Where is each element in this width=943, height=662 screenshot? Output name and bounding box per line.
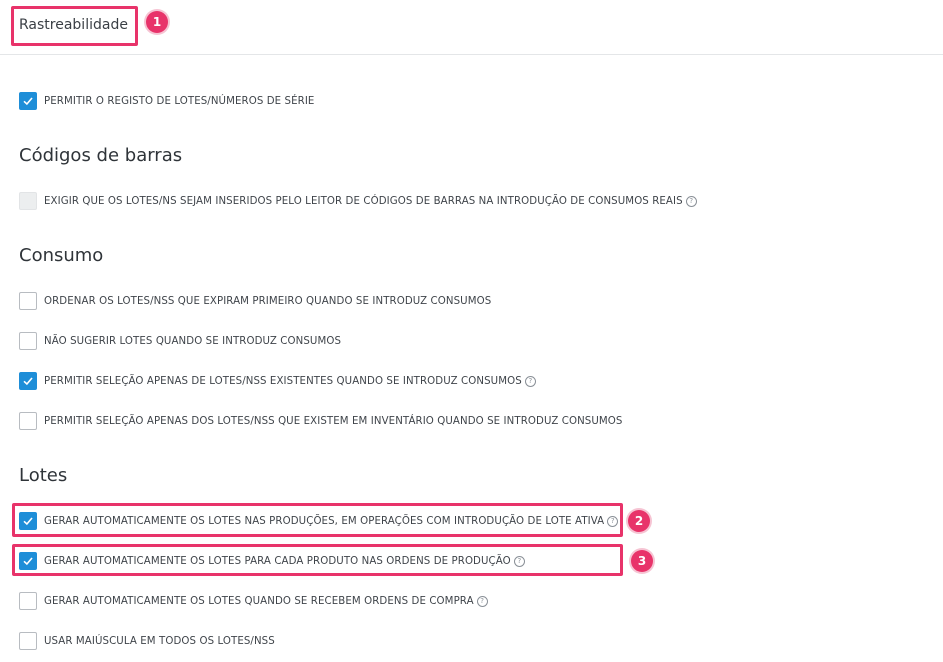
section-title-consumption: Consumo [19, 245, 104, 266]
consumption-checkbox-4[interactable] [19, 412, 37, 430]
allow-lots-checkbox[interactable] [19, 92, 37, 110]
help-icon[interactable]: ? [524, 375, 536, 387]
lots-label-2: GERAR AUTOMATICAMENTE OS LOTES PARA CADA… [44, 555, 511, 567]
lots-label-3: GERAR AUTOMATICAMENTE OS LOTES QUANDO SE… [44, 595, 474, 607]
consumption-checkbox-2[interactable] [19, 332, 37, 350]
lots-checkbox-1[interactable] [19, 512, 37, 530]
consumption-label-4: PERMITIR SELEÇÃO APENAS DOS LOTES/NSS QU… [44, 415, 623, 427]
help-icon[interactable]: ? [607, 515, 619, 527]
consumption-option-4[interactable]: PERMITIR SELEÇÃO APENAS DOS LOTES/NSS QU… [19, 411, 623, 431]
require-scanner-checkbox [19, 192, 37, 210]
consumption-label-2: NÃO SUGERIR LOTES QUANDO SE INTRODUZ CON… [44, 335, 342, 347]
lots-option-1[interactable]: GERAR AUTOMATICAMENTE OS LOTES NAS PRODU… [19, 511, 619, 531]
require-scanner-label: EXIGIR QUE OS LOTES/NS SEJAM INSERIDOS P… [44, 195, 683, 207]
lots-option-3[interactable]: GERAR AUTOMATICAMENTE OS LOTES QUANDO SE… [19, 591, 488, 611]
callout-badge-3: 3 [631, 550, 653, 572]
consumption-checkbox-1[interactable] [19, 292, 37, 310]
callout-badge-2: 2 [628, 510, 650, 532]
allow-lots-label: PERMITIR O REGISTO DE LOTES/NÚMEROS DE S… [44, 95, 315, 107]
consumption-option-2[interactable]: NÃO SUGERIR LOTES QUANDO SE INTRODUZ CON… [19, 331, 341, 351]
lots-option-4[interactable]: USAR MAIÚSCULA EM TODOS OS LOTES/NSS [19, 631, 275, 651]
consumption-option-1[interactable]: ORDENAR OS LOTES/NSS QUE EXPIRAM PRIMEIR… [19, 291, 491, 311]
callout-badge-1: 1 [146, 11, 168, 33]
highlight-box-1 [11, 6, 138, 46]
lots-option-2[interactable]: GERAR AUTOMATICAMENTE OS LOTES PARA CADA… [19, 551, 525, 571]
lots-label-1: GERAR AUTOMATICAMENTE OS LOTES NAS PRODU… [44, 515, 605, 527]
help-icon[interactable]: ? [685, 195, 697, 207]
consumption-label-1: ORDENAR OS LOTES/NSS QUE EXPIRAM PRIMEIR… [44, 295, 492, 307]
section-title-barcodes: Códigos de barras [19, 145, 183, 166]
consumption-option-3[interactable]: PERMITIR SELEÇÃO APENAS DE LOTES/NSS EXI… [19, 371, 536, 391]
help-icon[interactable]: ? [513, 555, 525, 567]
help-icon[interactable]: ? [476, 595, 488, 607]
allow-lots-option[interactable]: PERMITIR O REGISTO DE LOTES/NÚMEROS DE S… [19, 91, 314, 111]
section-title-lots: Lotes [19, 465, 68, 486]
consumption-label-3: PERMITIR SELEÇÃO APENAS DE LOTES/NSS EXI… [44, 375, 522, 387]
lots-checkbox-2[interactable] [19, 552, 37, 570]
require-scanner-option: EXIGIR QUE OS LOTES/NS SEJAM INSERIDOS P… [19, 191, 697, 211]
consumption-checkbox-3[interactable] [19, 372, 37, 390]
lots-label-4: USAR MAIÚSCULA EM TODOS OS LOTES/NSS [44, 635, 275, 647]
lots-checkbox-4[interactable] [19, 632, 37, 650]
lots-checkbox-3[interactable] [19, 592, 37, 610]
header-divider [0, 54, 943, 55]
